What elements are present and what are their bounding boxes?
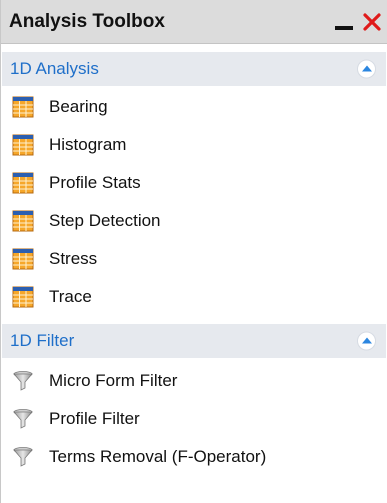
section-header-1d-analysis[interactable]: 1D Analysis xyxy=(2,52,386,86)
tool-item-stress[interactable]: Stress xyxy=(1,240,387,278)
tool-item-label: Step Detection xyxy=(49,211,161,230)
close-icon xyxy=(363,13,381,31)
spreadsheet-icon xyxy=(12,172,34,194)
section-title: 1D Filter xyxy=(10,331,75,350)
tool-item-label: Micro Form Filter xyxy=(49,371,178,390)
spreadsheet-icon xyxy=(12,134,34,156)
tool-item-label: Trace xyxy=(49,287,92,306)
tool-item-label: Profile Stats xyxy=(49,173,141,192)
minimize-button[interactable] xyxy=(331,0,357,44)
spreadsheet-icon xyxy=(12,96,34,118)
filter-funnel-icon xyxy=(13,409,33,429)
tool-item-label: Stress xyxy=(49,249,98,268)
tool-item-histogram[interactable]: Histogram xyxy=(1,126,387,164)
minimize-icon xyxy=(335,26,353,30)
chevron-up-icon xyxy=(361,337,372,343)
spreadsheet-icon xyxy=(12,248,34,270)
filter-funnel-icon xyxy=(13,371,33,391)
tool-item-profile-stats[interactable]: Profile Stats xyxy=(1,164,387,202)
spreadsheet-icon xyxy=(12,286,34,308)
section-1d-filter: 1D Filter Micro Form Filter Profile Filt… xyxy=(1,324,387,476)
tool-item-label: Profile Filter xyxy=(49,409,140,428)
tool-item-step-detection[interactable]: Step Detection xyxy=(1,202,387,240)
section-title: 1D Analysis xyxy=(10,59,99,78)
tool-item-label: Terms Removal (F-Operator) xyxy=(49,447,267,466)
toolbox-title: Analysis Toolbox xyxy=(9,10,165,32)
tool-item-micro-form-filter[interactable]: Micro Form Filter xyxy=(1,362,387,400)
spreadsheet-icon xyxy=(12,210,34,232)
filter-funnel-icon xyxy=(13,447,33,467)
section-1d-analysis: 1D Analysis Bearing Histogram Profile St… xyxy=(1,52,387,316)
collapse-button[interactable] xyxy=(357,59,376,79)
section-header-1d-filter[interactable]: 1D Filter xyxy=(2,324,386,358)
tool-item-trace[interactable]: Trace xyxy=(1,278,387,316)
chevron-up-icon xyxy=(361,65,372,71)
toolbox-titlebar: Analysis Toolbox xyxy=(1,0,387,44)
analysis-toolbox-panel: Analysis Toolbox 1D Analysis Bearing His… xyxy=(0,0,387,503)
tool-item-bearing[interactable]: Bearing xyxy=(1,88,387,126)
tool-item-terms-removal[interactable]: Terms Removal (F-Operator) xyxy=(1,438,387,476)
tool-item-profile-filter[interactable]: Profile Filter xyxy=(1,400,387,438)
tool-item-label: Histogram xyxy=(49,135,127,154)
collapse-button[interactable] xyxy=(357,331,376,351)
close-button[interactable] xyxy=(360,0,384,44)
tool-item-label: Bearing xyxy=(49,97,108,116)
